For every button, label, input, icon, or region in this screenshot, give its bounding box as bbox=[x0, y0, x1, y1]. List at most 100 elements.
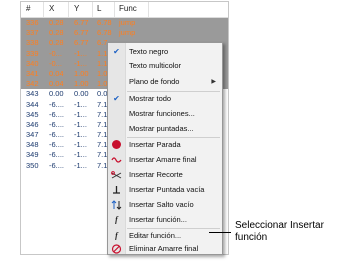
table-cell: 7.1 bbox=[97, 130, 108, 140]
empty-stitch-icon bbox=[111, 185, 122, 195]
callout-annotation: Seleccionar Insertar función bbox=[235, 220, 324, 244]
menu-item-label: Insertar función... bbox=[129, 215, 187, 224]
table-cell: -0... bbox=[49, 58, 62, 68]
table-cell: 344 bbox=[26, 99, 39, 109]
trim-icon bbox=[111, 170, 122, 180]
menu-item-plano-de-fondo[interactable]: Plano de fondo ▶ bbox=[108, 76, 222, 88]
menu-item-label: Mostrar puntadas... bbox=[129, 124, 194, 133]
table-cell: 1.1 bbox=[97, 48, 108, 58]
callout-text-line-1: Seleccionar Insertar bbox=[235, 220, 324, 231]
menu-item-mostrar-puntadas[interactable]: Mostrar puntadas... bbox=[108, 123, 222, 135]
menu-item-texto-negro[interactable]: ✔ Texto negro bbox=[108, 46, 222, 58]
table-cell: 6.78 bbox=[97, 28, 112, 38]
menu-item-mostrar-todo[interactable]: ✔ Mostrar todo bbox=[108, 93, 222, 105]
context-menu: ✔ Texto negro Texto multicolor Plano de … bbox=[107, 42, 223, 255]
menu-item-label: Eliminar Amarre final bbox=[129, 244, 199, 253]
table-cell: 1.00 bbox=[74, 79, 89, 89]
function-icon: f bbox=[115, 215, 118, 224]
menu-item-label: Insertar Salto vacío bbox=[129, 200, 194, 209]
table-cell: -1... bbox=[74, 109, 87, 119]
table-cell: 337 bbox=[26, 28, 39, 38]
table-cell: -1... bbox=[74, 99, 87, 109]
table-cell: 348 bbox=[26, 140, 39, 150]
check-icon: ✔ bbox=[113, 47, 120, 56]
table-cell: 1.1 bbox=[97, 58, 108, 68]
submenu-arrow-icon: ▶ bbox=[211, 79, 216, 85]
menu-item-label: Texto negro bbox=[129, 47, 169, 56]
menu-item-insertar-recorte[interactable]: Insertar Recorte bbox=[108, 169, 222, 181]
table-cell: 0.28 bbox=[49, 18, 64, 27]
column-header-func[interactable]: Func bbox=[119, 4, 137, 13]
table-cell: 343 bbox=[26, 89, 39, 99]
table-cell: 336 bbox=[26, 18, 39, 27]
table-cell: 350 bbox=[26, 160, 39, 170]
table-cell: -1... bbox=[74, 48, 87, 58]
table-cell: 6.77 bbox=[74, 18, 89, 27]
table-cell: jump bbox=[119, 18, 136, 27]
menu-item-eliminar-amarre-final[interactable]: Eliminar Amarre final bbox=[108, 243, 222, 255]
table-cell: -1... bbox=[74, 150, 87, 160]
column-header-x[interactable]: X bbox=[49, 4, 54, 13]
edit-function-icon: f bbox=[115, 231, 118, 240]
table-cell: 341 bbox=[26, 68, 39, 78]
table-cell: -1... bbox=[74, 130, 87, 140]
stop-icon bbox=[112, 140, 121, 149]
menu-item-label: Mostrar todo bbox=[129, 94, 172, 103]
table-cell: -6.... bbox=[49, 140, 65, 150]
check-icon: ✔ bbox=[113, 94, 120, 103]
menu-item-label: Insertar Puntada vacía bbox=[129, 185, 205, 194]
table-cell: 340 bbox=[26, 58, 39, 68]
table-cell: 0.00 bbox=[74, 89, 89, 99]
delete-tie-off-icon bbox=[111, 244, 122, 254]
table-cell: -0... bbox=[49, 48, 62, 58]
menu-separator bbox=[127, 228, 220, 229]
table-cell: 7.1 bbox=[97, 119, 108, 129]
empty-jump-icon bbox=[111, 200, 122, 210]
table-cell: -6.... bbox=[49, 109, 65, 119]
table-cell: 7.1 bbox=[97, 99, 108, 109]
table-cell: 7.1 bbox=[97, 150, 108, 160]
menu-item-insertar-funcion[interactable]: f Insertar función... bbox=[108, 214, 222, 226]
menu-item-insertar-amarre-final[interactable]: Insertar Amarre final bbox=[108, 154, 222, 166]
table-cell: 0.28 bbox=[49, 28, 64, 38]
table-cell: 1.0 bbox=[97, 68, 108, 78]
table-cell: -1... bbox=[74, 160, 87, 170]
menu-item-texto-multicolor[interactable]: Texto multicolor bbox=[108, 60, 222, 72]
list-header: # X Y L Func bbox=[21, 2, 228, 18]
column-header-l[interactable]: L bbox=[97, 4, 101, 13]
table-cell: 345 bbox=[26, 109, 39, 119]
menu-item-editar-funcion[interactable]: f Editar función... bbox=[108, 230, 222, 242]
menu-separator bbox=[127, 91, 220, 92]
column-header-y[interactable]: Y bbox=[74, 4, 79, 13]
table-cell: jump bbox=[119, 28, 136, 38]
table-cell: 0.04 bbox=[49, 79, 64, 89]
menu-item-label: Insertar Amarre final bbox=[129, 155, 197, 164]
table-cell: 6.78 bbox=[97, 18, 112, 27]
callout-line bbox=[209, 232, 231, 233]
table-cell: 338 bbox=[26, 38, 39, 48]
menu-item-label: Insertar Recorte bbox=[129, 170, 183, 179]
table-cell: 347 bbox=[26, 130, 39, 140]
menu-item-insertar-salto-vacio[interactable]: Insertar Salto vacío bbox=[108, 199, 222, 211]
table-cell: 7.1 bbox=[97, 160, 108, 170]
table-cell: 342 bbox=[26, 79, 39, 89]
table-cell: -6.... bbox=[49, 130, 65, 140]
table-cell: 1.0 bbox=[97, 79, 108, 89]
table-cell: -1... bbox=[74, 140, 87, 150]
table-cell: 6.7 bbox=[97, 38, 108, 48]
menu-item-label: Editar función... bbox=[129, 231, 182, 240]
menu-item-label: Plano de fondo bbox=[129, 77, 180, 86]
menu-item-label: Mostrar funciones... bbox=[129, 109, 195, 118]
menu-item-mostrar-funciones[interactable]: Mostrar funciones... bbox=[108, 108, 222, 120]
table-row[interactable]: 336 0.28 6.77 6.78 jump bbox=[21, 18, 228, 29]
menu-item-insertar-puntada-vacia[interactable]: Insertar Puntada vacía bbox=[108, 184, 222, 196]
table-row[interactable]: 337 0.28 6.77 6.78 jump bbox=[21, 28, 228, 39]
table-cell: 0.00 bbox=[49, 89, 64, 99]
table-cell: 349 bbox=[26, 150, 39, 160]
menu-item-label: Insertar Parada bbox=[129, 140, 181, 149]
menu-item-insertar-parada[interactable]: Insertar Parada bbox=[108, 139, 222, 151]
column-header-number[interactable]: # bbox=[26, 4, 30, 13]
table-cell: 7.1 bbox=[97, 109, 108, 119]
menu-item-label: Texto multicolor bbox=[129, 61, 182, 70]
table-cell: 0.0 bbox=[97, 89, 108, 99]
